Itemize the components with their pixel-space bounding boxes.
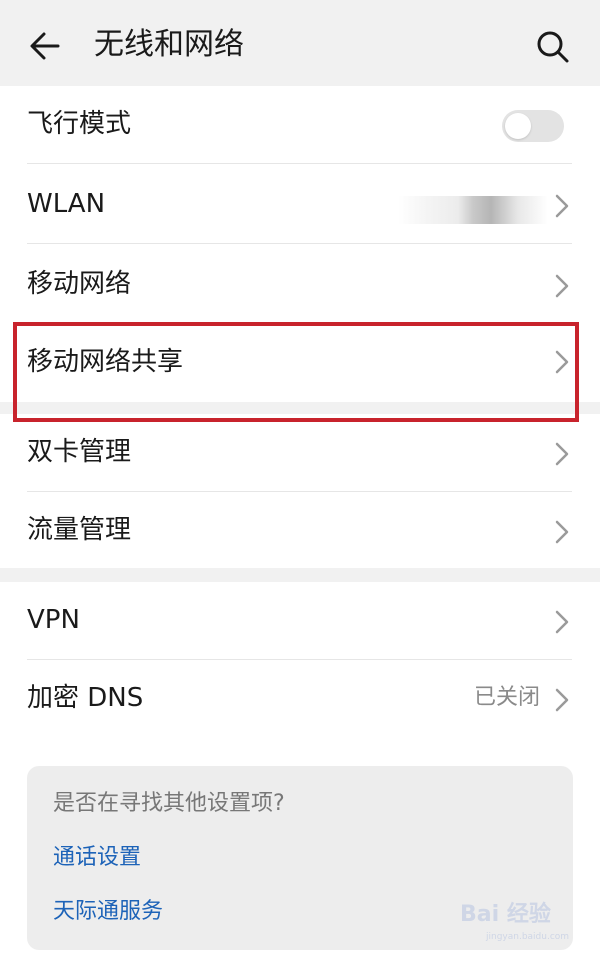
chevron-right-icon xyxy=(555,688,569,712)
airplane-mode-label: 飞行模式 xyxy=(27,109,132,139)
settings-row-dual-sim[interactable]: 双卡管理 xyxy=(0,414,600,492)
private-dns-label: 加密 DNS xyxy=(27,683,144,713)
chevron-right-icon xyxy=(555,520,569,544)
data-usage-label: 流量管理 xyxy=(27,515,132,545)
search-button[interactable] xyxy=(532,26,572,66)
settings-row-data-usage[interactable]: 流量管理 xyxy=(0,492,600,570)
skytone-service-link[interactable]: 天际通服务 xyxy=(53,896,163,928)
chevron-right-icon xyxy=(555,274,569,298)
wlan-network-name-redacted xyxy=(398,196,548,224)
chevron-right-icon xyxy=(555,442,569,466)
settings-row-private-dns[interactable]: 加密 DNS 已关闭 xyxy=(0,660,600,738)
private-dns-status: 已关闭 xyxy=(474,685,541,710)
chevron-right-icon xyxy=(555,610,569,634)
related-settings-question: 是否在寻找其他设置项? xyxy=(53,791,285,816)
mobile-network-label: 移动网络 xyxy=(27,269,132,299)
arrow-left-icon xyxy=(30,32,60,60)
chevron-right-icon xyxy=(555,194,569,218)
page-title: 无线和网络 xyxy=(94,27,244,62)
dual-sim-label: 双卡管理 xyxy=(27,437,132,467)
back-button[interactable] xyxy=(26,26,66,66)
vpn-label: VPN xyxy=(27,605,80,635)
settings-row-mobile-network[interactable]: 移动网络 xyxy=(0,246,600,324)
highlight-annotation xyxy=(13,322,579,422)
watermark-url: jingyan.baidu.com xyxy=(486,932,570,942)
app-bar: 无线和网络 xyxy=(0,0,600,86)
search-icon xyxy=(537,31,569,63)
call-settings-link[interactable]: 通话设置 xyxy=(53,842,141,874)
settings-row-vpn[interactable]: VPN xyxy=(0,582,600,660)
wlan-label: WLAN xyxy=(27,189,106,219)
baidu-jingyan-watermark: Bai 经验 xyxy=(460,902,551,927)
row-divider xyxy=(27,163,572,164)
row-divider xyxy=(27,243,572,244)
toggle-knob xyxy=(505,113,531,139)
airplane-mode-toggle[interactable] xyxy=(502,110,564,142)
